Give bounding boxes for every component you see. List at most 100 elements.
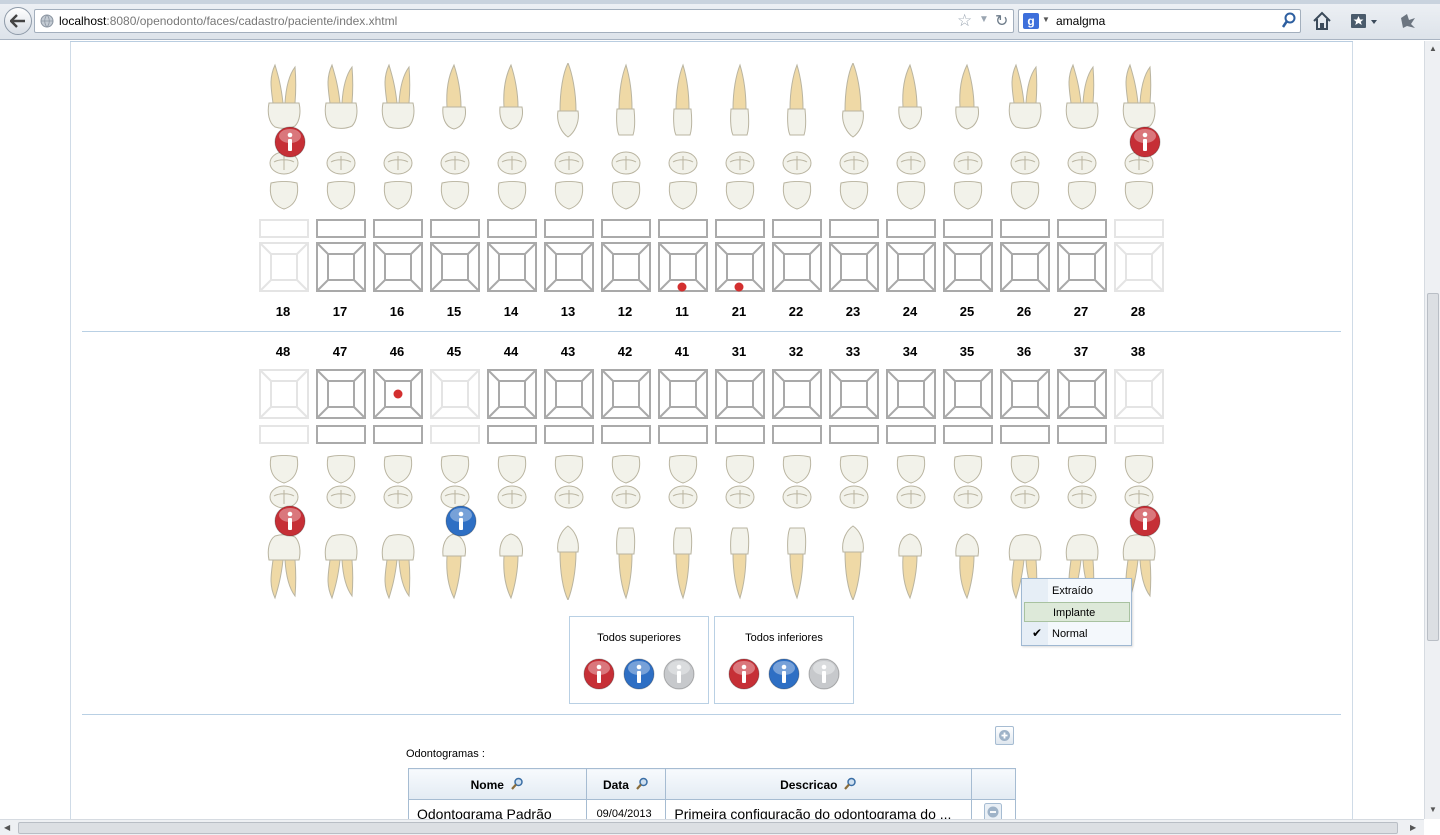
tooth-14-surface-box[interactable] [487,242,537,295]
search-engine-icon[interactable]: g [1023,13,1039,29]
tooth-13-extra-box[interactable] [544,219,594,238]
all-lower-red-button[interactable] [728,658,760,690]
filter-search-icon[interactable] [635,777,649,791]
horizontal-scroll-thumb[interactable] [18,822,1398,834]
tooth-32-side-view[interactable] [772,508,822,603]
filter-search-icon[interactable] [843,777,857,791]
tooth-24-surface-box[interactable] [886,242,936,295]
tooth-15-side-view[interactable] [430,63,480,158]
tooth-24-extra-box[interactable] [886,219,936,238]
tooth-45-surface-box[interactable] [430,369,480,422]
tooth-42-surface-box[interactable] [601,369,651,422]
tooth-21-surface-box[interactable] [715,242,765,295]
tooth-33-side-view[interactable] [829,508,879,603]
home-icon[interactable] [1311,10,1333,32]
tooth-44-surface-box[interactable] [487,369,537,422]
tooth-17-surface-box[interactable] [316,242,366,295]
tooth-28-surface-box[interactable] [1114,242,1164,295]
tooth-37-extra-box[interactable] [1057,425,1107,444]
history-dropdown-icon[interactable]: ▼ [979,14,989,25]
all-upper-gray-button[interactable] [663,658,695,690]
tooth-41-extra-box[interactable] [658,425,708,444]
tooth-27-side-view[interactable] [1057,63,1107,158]
tooth-33-surface-box[interactable] [829,369,879,422]
tooth-47-side-view[interactable] [316,508,366,603]
address-bar[interactable]: localhost:8080/openodonto/faces/cadastro… [34,9,1014,33]
tooth-38-surface-box[interactable] [1114,369,1164,422]
tooth-48-info-button[interactable] [274,505,306,537]
back-button[interactable] [4,7,32,35]
tooth-11-side-view[interactable] [658,63,708,158]
tooth-21-side-view[interactable] [715,63,765,158]
table-row[interactable]: Odontograma Padrão 09/04/2013 Primeira c… [408,799,1016,819]
tooth-48-extra-box[interactable] [259,425,309,444]
tooth-17-side-view[interactable] [316,63,366,158]
tooth-36-surface-box[interactable] [1000,369,1050,422]
tooth-16-extra-box[interactable] [373,219,423,238]
tooth-15-surface-box[interactable] [430,242,480,295]
tooth-34-surface-box[interactable] [886,369,936,422]
filter-search-icon[interactable] [510,777,524,791]
tooth-31-side-view[interactable] [715,508,765,603]
column-header-descricao[interactable]: Descricao [665,768,973,800]
tooth-45-info-button[interactable] [445,505,477,537]
menu-item-normal[interactable]: ✔ Normal [1024,624,1130,644]
tooth-44-side-view[interactable] [487,508,537,603]
tooth-43-side-view[interactable] [544,508,594,603]
tooth-45-extra-box[interactable] [430,425,480,444]
tooth-13-side-view[interactable] [544,61,594,158]
tooth-17-extra-box[interactable] [316,219,366,238]
tooth-22-surface-box[interactable] [772,242,822,295]
tooth-27-surface-box[interactable] [1057,242,1107,295]
tooth-22-side-view[interactable] [772,63,822,158]
all-lower-gray-button[interactable] [808,658,840,690]
tooth-12-surface-box[interactable] [601,242,651,295]
tooth-23-surface-box[interactable] [829,242,879,295]
bookmarks-icon[interactable] [1349,10,1379,32]
menu-item-extraido[interactable]: Extraído [1024,581,1130,601]
search-icon[interactable] [1281,12,1297,30]
tooth-46-extra-box[interactable] [373,425,423,444]
tooth-22-extra-box[interactable] [772,219,822,238]
tooth-44-extra-box[interactable] [487,425,537,444]
all-lower-blue-button[interactable] [768,658,800,690]
tooth-15-extra-box[interactable] [430,219,480,238]
tooth-47-surface-box[interactable] [316,369,366,422]
column-header-data[interactable]: Data [585,768,667,800]
tooth-34-side-view[interactable] [886,508,936,603]
vertical-scrollbar[interactable]: ▲ ▼ [1424,41,1440,819]
tooth-46-side-view[interactable] [373,508,423,603]
tooth-14-side-view[interactable] [487,63,537,158]
tooth-16-surface-box[interactable] [373,242,423,295]
menu-item-implante[interactable]: Implante [1024,602,1130,622]
tooth-25-surface-box[interactable] [943,242,993,295]
tooth-12-extra-box[interactable] [601,219,651,238]
all-upper-blue-button[interactable] [623,658,655,690]
tooth-41-side-view[interactable] [658,508,708,603]
remove-icon[interactable] [984,803,1003,819]
tooth-35-extra-box[interactable] [943,425,993,444]
tooth-11-extra-box[interactable] [658,219,708,238]
tooth-41-surface-box[interactable] [658,369,708,422]
search-query[interactable]: amalgma [1056,14,1105,28]
tooth-13-surface-box[interactable] [544,242,594,295]
tooth-43-surface-box[interactable] [544,369,594,422]
tooth-26-surface-box[interactable] [1000,242,1050,295]
addon-icon[interactable] [1397,10,1419,32]
tooth-38-info-button[interactable] [1129,505,1161,537]
horizontal-scrollbar[interactable]: ◀ ▶ [0,819,1424,835]
tooth-35-side-view[interactable] [943,508,993,603]
tooth-26-side-view[interactable] [1000,63,1050,158]
tooth-42-side-view[interactable] [601,508,651,603]
search-bar[interactable]: g ▼ amalgma [1018,9,1301,33]
scroll-left-icon[interactable]: ◀ [4,823,10,832]
reload-icon[interactable]: ↻ [995,11,1008,31]
tooth-38-extra-box[interactable] [1114,425,1164,444]
tooth-48-surface-box[interactable] [259,369,309,422]
tooth-14-extra-box[interactable] [487,219,537,238]
tooth-16-side-view[interactable] [373,63,423,158]
tooth-31-extra-box[interactable] [715,425,765,444]
tooth-25-extra-box[interactable] [943,219,993,238]
tooth-43-extra-box[interactable] [544,425,594,444]
tooth-23-extra-box[interactable] [829,219,879,238]
